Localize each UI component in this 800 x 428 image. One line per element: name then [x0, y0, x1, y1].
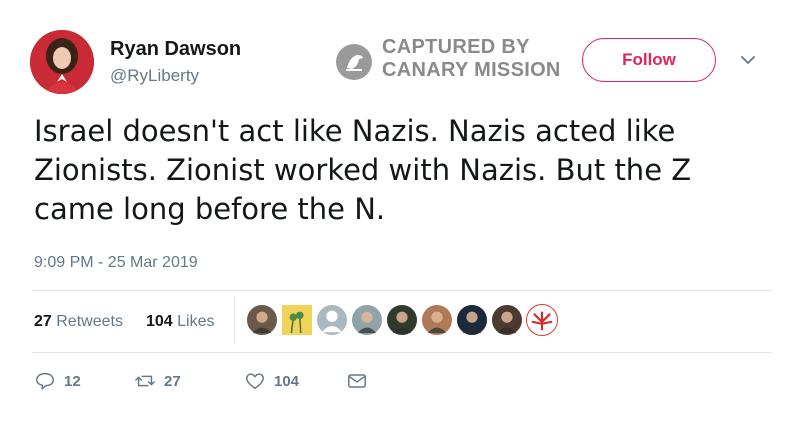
retweets-stat[interactable]: 27 Retweets [34, 313, 123, 331]
stats-separator [234, 296, 235, 344]
tweet-header: Ryan Dawson @RyLiberty CAPTURED BY CANAR… [30, 30, 770, 102]
avatar-landscape-icon[interactable] [351, 304, 383, 336]
avatar-person-icon[interactable] [246, 304, 278, 336]
avatar-cannabis-leaf-icon[interactable] [526, 304, 558, 336]
reply-button[interactable]: 12 [34, 370, 81, 392]
tweet-text-line: Israel doesn't act like Nazis. Nazis act… [34, 114, 676, 148]
divider [32, 290, 772, 291]
avatar-palm-trees-icon[interactable] [281, 304, 313, 336]
likes-label: Likes [177, 313, 215, 330]
chevron-down-icon[interactable] [738, 50, 758, 70]
avatar-person-icon[interactable] [386, 304, 418, 336]
direct-message-button[interactable] [346, 370, 368, 392]
envelope-icon [348, 374, 366, 388]
watermark: CAPTURED BY CANARY MISSION [336, 36, 576, 88]
reply-count: 12 [64, 372, 81, 390]
avatar-bearded-man-icon[interactable] [491, 304, 523, 336]
likes-stat[interactable]: 104 Likes [146, 313, 215, 331]
author-avatar[interactable] [30, 30, 94, 94]
canary-logo-icon [336, 44, 372, 80]
tweet-text-line: came long before the N. [34, 192, 386, 226]
watermark-line-1: CAPTURED BY [382, 36, 530, 58]
reply-icon [36, 372, 54, 390]
likes-count: 104 [146, 313, 173, 330]
avatar-dark-icon[interactable] [456, 304, 488, 336]
avatar-default-icon[interactable] [316, 304, 348, 336]
retweets-count: 27 [34, 313, 52, 330]
retweet-icon [135, 375, 155, 387]
avatar-person-icon[interactable] [421, 304, 453, 336]
divider [32, 352, 772, 353]
tweet-text-line: Zionists. Zionist worked with Nazis. But… [34, 153, 692, 187]
retweet-count: 27 [164, 372, 181, 390]
watermark-line-2: CANARY MISSION [382, 59, 561, 81]
like-button[interactable]: 104 [244, 370, 299, 392]
retweets-label: Retweets [56, 313, 123, 330]
tweet-actions: 12 27 104 [34, 370, 774, 398]
author-name[interactable]: Ryan Dawson [110, 38, 241, 61]
retweet-button[interactable]: 27 [134, 370, 181, 392]
follow-button[interactable]: Follow [582, 38, 716, 82]
like-count: 104 [274, 372, 300, 390]
tweet-timestamp[interactable]: 9:09 PM - 25 Mar 2019 [34, 254, 198, 272]
author-handle[interactable]: @RyLiberty [110, 66, 199, 86]
watermark-text: CAPTURED BY CANARY MISSION [382, 36, 561, 82]
heart-icon [246, 373, 264, 390]
tweet-text: Israel doesn't act like Nazis. Nazis act… [34, 112, 774, 229]
tweet-stats: 27 Retweets 104 Likes [34, 296, 774, 344]
